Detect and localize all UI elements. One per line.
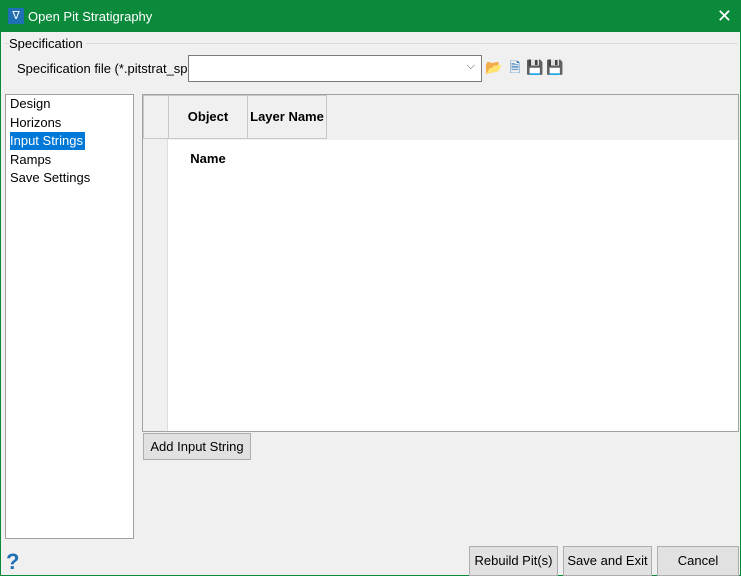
nav-item-save-settings[interactable]: Save Settings [7,169,133,188]
new-file-icon[interactable]: 🗎 [506,58,524,76]
dialog-window: ∇ Open Pit Stratigraphy ✕ Specification … [0,0,741,576]
specification-file-combo[interactable]: ⌵ [188,55,482,82]
title-bar: ∇ Open Pit Stratigraphy ✕ [1,1,740,32]
section-nav-list: Design Horizons Input Strings Ramps Save… [5,94,134,539]
nav-item-horizons[interactable]: Horizons [7,114,133,133]
add-input-string-button[interactable]: Add Input String [143,433,251,460]
nav-item-input-strings[interactable]: Input Strings [7,132,133,151]
divider [5,43,738,44]
nav-item-ramps[interactable]: Ramps [7,151,133,170]
window-title: Open Pit Stratigraphy [28,9,153,24]
specification-group-label: Specification [9,36,86,51]
help-icon[interactable]: ? [6,549,19,575]
open-folder-icon[interactable]: 📂 [485,58,503,76]
save-as-icon[interactable]: 💾 [546,58,564,76]
specification-file-label: Specification file (*.pitstrat_spec) [17,61,206,76]
row-header-column [143,95,168,431]
save-icon[interactable]: 💾 [526,58,544,76]
close-icon[interactable]: ✕ [717,6,732,27]
app-icon: ∇ [8,8,24,24]
column-header-layer-name[interactable]: Layer Name [247,95,327,139]
save-and-exit-button[interactable]: Save and Exit [563,546,652,576]
column-header-object-name[interactable]: Object Name [168,95,248,166]
cancel-button[interactable]: Cancel [657,546,739,576]
input-strings-table[interactable]: Object Name Layer Name [142,94,739,432]
chevron-down-icon[interactable]: ⌵ [467,60,475,73]
table-corner[interactable] [143,95,169,139]
rebuild-pits-button[interactable]: Rebuild Pit(s) [469,546,558,576]
nav-item-design[interactable]: Design [7,95,133,114]
